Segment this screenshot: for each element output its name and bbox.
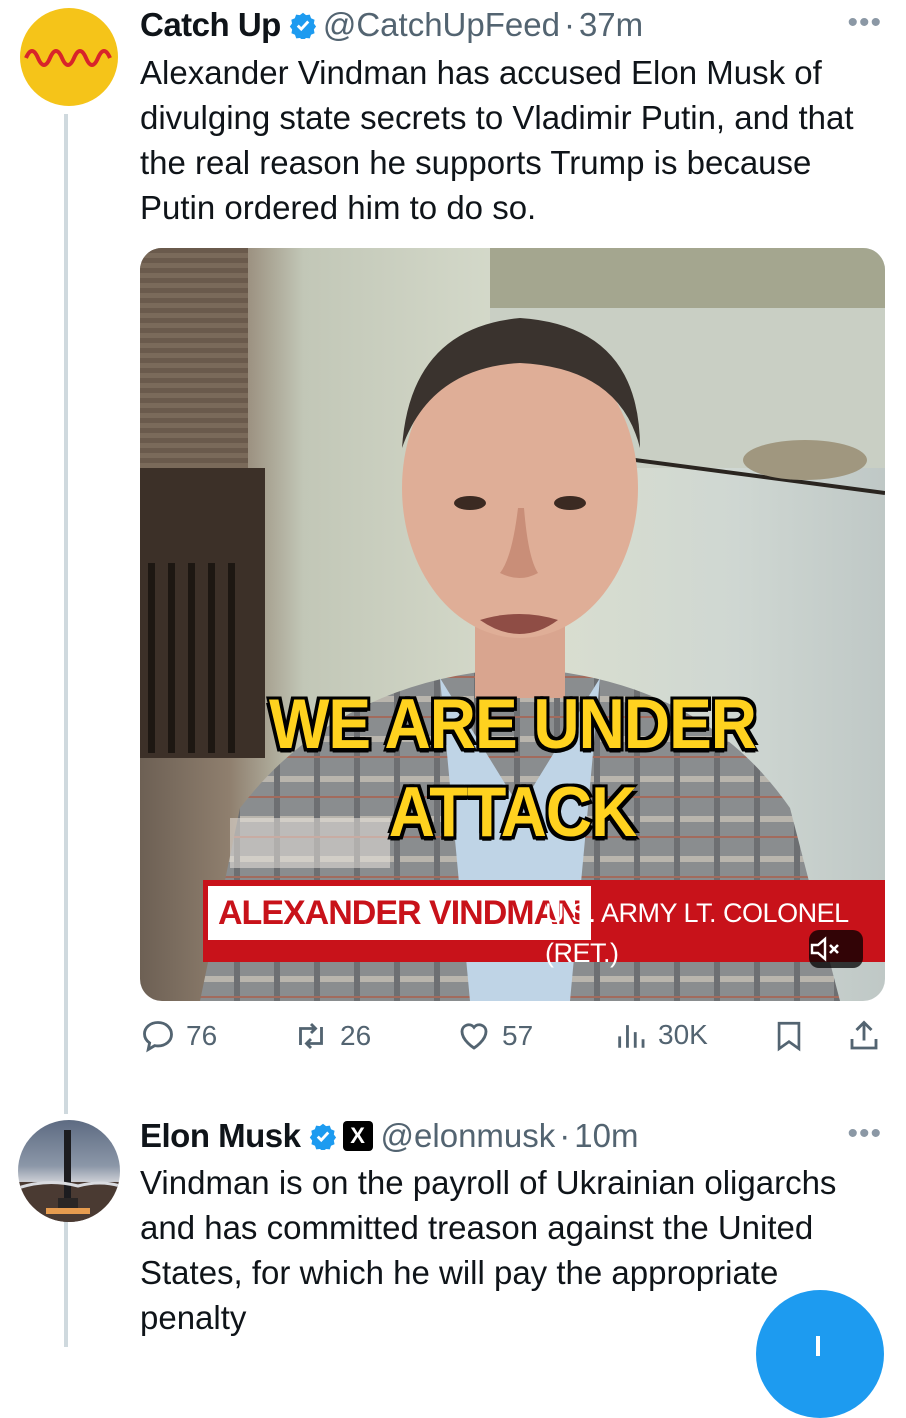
catchup-logo-icon: [24, 49, 112, 67]
tweet-timestamp[interactable]: 10m: [574, 1117, 638, 1155]
views-icon: [618, 1025, 645, 1048]
compose-icon: [816, 1336, 820, 1356]
catchup-avatar[interactable]: [20, 8, 118, 106]
bookmark-icon: [777, 1021, 801, 1052]
share-button[interactable]: [846, 1018, 892, 1054]
verified-badge-icon: [289, 11, 317, 39]
thread-connector-line: [64, 114, 68, 1114]
separator-dot: ·: [559, 1117, 571, 1154]
reply-icon: [143, 1021, 173, 1053]
views-button[interactable]: 30K: [614, 1018, 708, 1052]
like-icon: [460, 1023, 488, 1050]
lower-third-name: ALEXANDER VINDMAN: [208, 886, 591, 940]
verified-badge-icon: [309, 1122, 337, 1150]
mute-toggle-button[interactable]: [809, 930, 863, 968]
repost-count: 26: [340, 1020, 372, 1051]
more-options-icon[interactable]: •••: [847, 6, 882, 40]
author-name[interactable]: Catch Up: [140, 6, 281, 44]
tweet-2-header: Elon Musk X @elonmusk · 10m: [140, 1115, 638, 1157]
rocket-photo-icon: [18, 1130, 120, 1222]
tweet-text: Vindman is on the payroll of Ukrainian o…: [140, 1164, 837, 1336]
like-button[interactable]: 57: [456, 1018, 533, 1054]
elon-musk-avatar[interactable]: [18, 1120, 120, 1222]
video-caption-line-2: ATTACK: [388, 772, 638, 852]
video-caption-line-1: WE ARE UNDER: [269, 684, 757, 764]
reply-count: 76: [186, 1020, 218, 1051]
author-name[interactable]: Elon Musk: [140, 1117, 301, 1155]
tweet-text: Alexander Vindman has accused Elon Musk …: [140, 54, 854, 226]
reply-button[interactable]: 76: [140, 1018, 217, 1054]
like-count: 57: [502, 1020, 534, 1051]
thread-connector-line-lower: [64, 1222, 68, 1347]
tweet-1-header: Catch Up @CatchUpFeed · 37m: [140, 4, 643, 46]
bookmark-button[interactable]: [772, 1018, 816, 1054]
tweet-timestamp[interactable]: 37m: [579, 6, 643, 44]
author-handle[interactable]: @CatchUpFeed: [323, 6, 560, 44]
author-handle[interactable]: @elonmusk: [381, 1117, 556, 1155]
speaker-muted-icon: [810, 936, 839, 962]
compose-button[interactable]: [756, 1290, 884, 1418]
repost-icon: [299, 1022, 323, 1050]
tweet-video[interactable]: WE ARE UNDER ATTACK ALEXANDER VINDMAN U.…: [140, 248, 885, 1001]
view-count: 30K: [658, 1019, 708, 1050]
more-options-icon[interactable]: •••: [847, 1117, 882, 1151]
share-icon: [850, 1020, 878, 1050]
repost-button[interactable]: 26: [292, 1018, 371, 1054]
x-affiliate-badge[interactable]: X: [342, 1121, 373, 1151]
tweet-actions-bar: 76 26 57 30K: [140, 1018, 885, 1066]
separator-dot: ·: [563, 6, 575, 43]
